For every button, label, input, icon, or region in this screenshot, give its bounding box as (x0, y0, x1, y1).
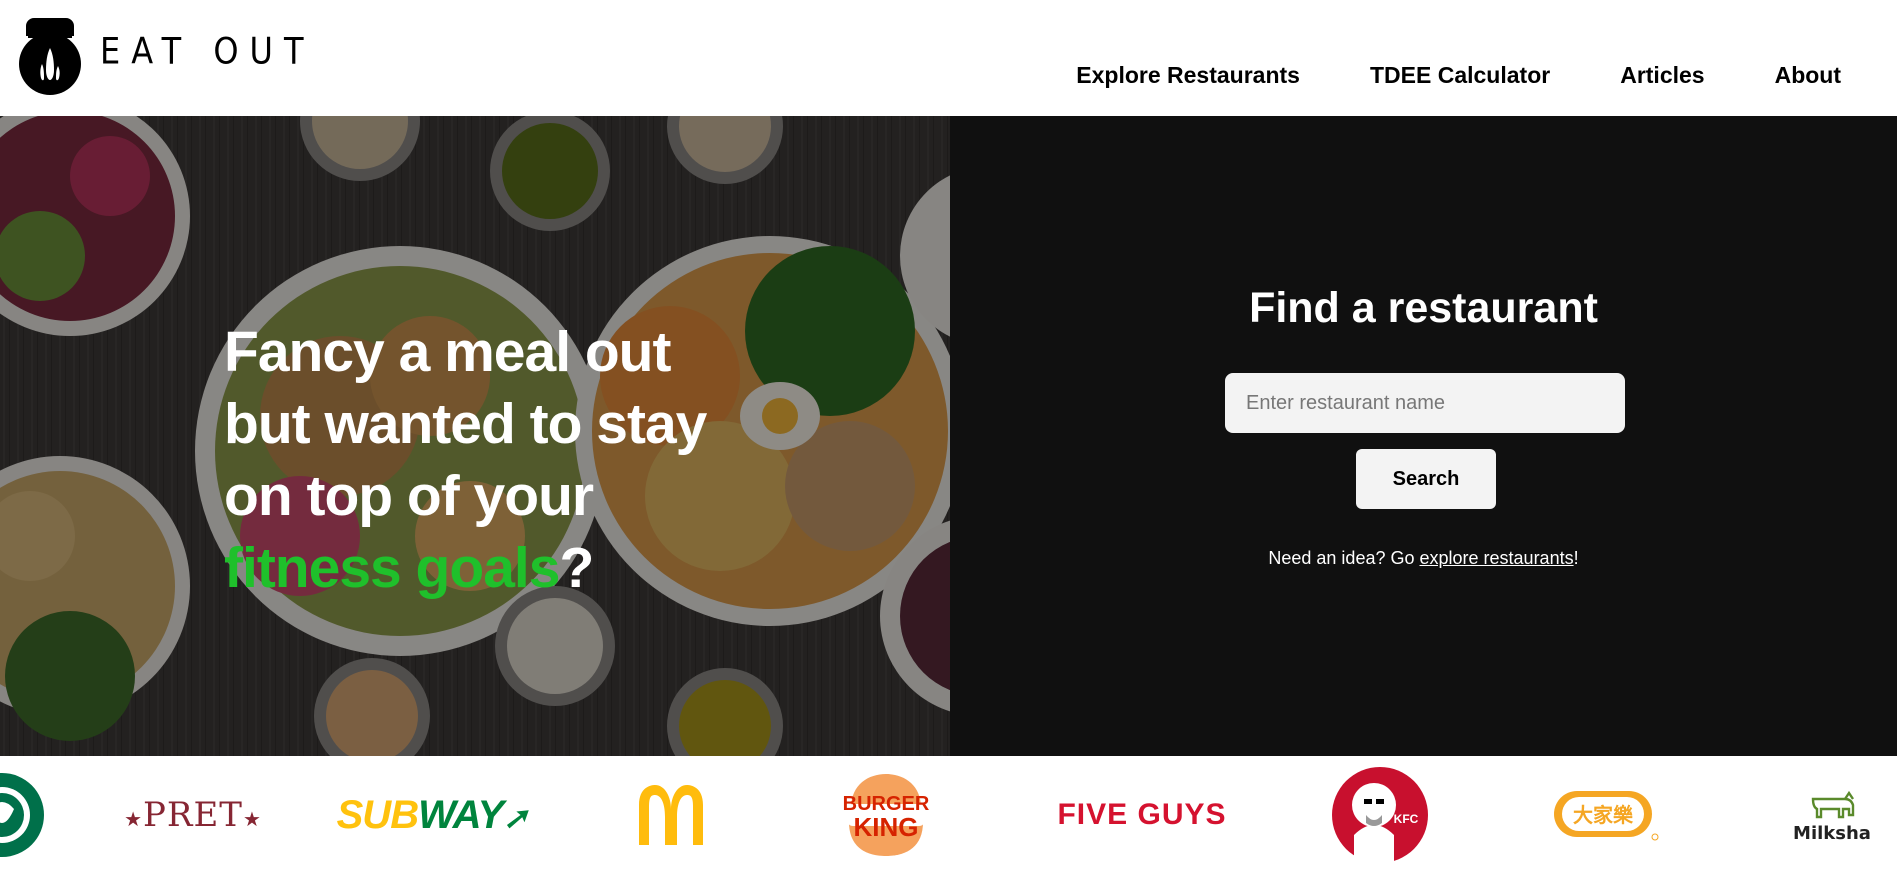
headline-highlight: fitness goals (224, 536, 560, 600)
main-nav: Explore Restaurants TDEE Calculator Arti… (1076, 62, 1841, 89)
nav-articles[interactable]: Articles (1620, 62, 1704, 89)
brand-kfc[interactable]: KFC (1330, 756, 1430, 874)
hint-suffix: ! (1573, 548, 1579, 568)
brand-subway[interactable]: SUBWAY➚ (337, 756, 529, 874)
svg-text:大家樂: 大家樂 (1573, 803, 1634, 827)
nav-about[interactable]: About (1775, 62, 1841, 89)
brand-five-guys[interactable]: FIVE GUYS (1056, 756, 1228, 874)
svg-text:KFC: KFC (1394, 812, 1419, 826)
pret-logo: ★PRET★ (124, 795, 262, 835)
nav-explore-restaurants[interactable]: Explore Restaurants (1076, 62, 1300, 89)
headline-line-2: but wanted to stay (224, 392, 707, 456)
search-panel: Find a restaurant Search Need an idea? G… (950, 116, 1897, 756)
hero-headline: Fancy a meal out but wanted to stay on t… (224, 316, 784, 604)
kettlebell-drip-icon (19, 18, 81, 95)
brand-logo-strip: ★PRET★ SUBWAY➚ BURGER KING FIVE GUYS KFC (0, 756, 1897, 874)
five-guys-logo: FIVE GUYS (1057, 798, 1227, 831)
burger-king-logo: BURGER KING (843, 774, 929, 856)
explore-hint: Need an idea? Go explore restaurants! (950, 548, 1897, 569)
search-button[interactable]: Search (1356, 449, 1496, 509)
brand-mcdonalds[interactable] (634, 756, 708, 874)
site-header: EAT OUT Explore Restaurants TDEE Calcula… (0, 0, 1897, 116)
subway-logo: SUBWAY➚ (336, 792, 529, 837)
brand-cafe-de-coral[interactable]: 大家樂 (1552, 756, 1660, 874)
milksha-cow-icon (1811, 790, 1855, 818)
headline-line-1: Fancy a meal out (224, 320, 672, 384)
brand-pret[interactable]: ★PRET★ (124, 756, 261, 874)
hero-image-panel: Fancy a meal out but wanted to stay on t… (0, 116, 950, 756)
hint-prefix: Need an idea? Go (1268, 548, 1420, 568)
cafe-de-coral-logo: 大家樂 (1554, 791, 1659, 841)
headline-end: ? (559, 536, 594, 600)
nav-tdee-calculator[interactable]: TDEE Calculator (1370, 62, 1550, 89)
brand-starbucks[interactable] (0, 756, 44, 874)
brand-milksha[interactable]: Milksha (1790, 756, 1874, 874)
milksha-logo: Milksha (1793, 822, 1871, 844)
svg-text:KING: KING (854, 812, 919, 842)
kfc-logo: KFC (1332, 767, 1428, 865)
headline-line-3: on top of your (224, 464, 594, 528)
home-logo-link[interactable]: EAT OUT (14, 14, 315, 96)
logo-text: EAT OUT (100, 29, 315, 73)
mcdonalds-logo (639, 785, 703, 845)
hero-section: Fancy a meal out but wanted to stay on t… (0, 116, 1897, 756)
starbucks-logo (0, 773, 44, 857)
brand-burger-king[interactable]: BURGER KING (842, 756, 930, 874)
restaurant-search-input[interactable] (1225, 373, 1625, 433)
explore-restaurants-link[interactable]: explore restaurants (1420, 548, 1574, 568)
find-restaurant-title: Find a restaurant (1249, 284, 1598, 332)
